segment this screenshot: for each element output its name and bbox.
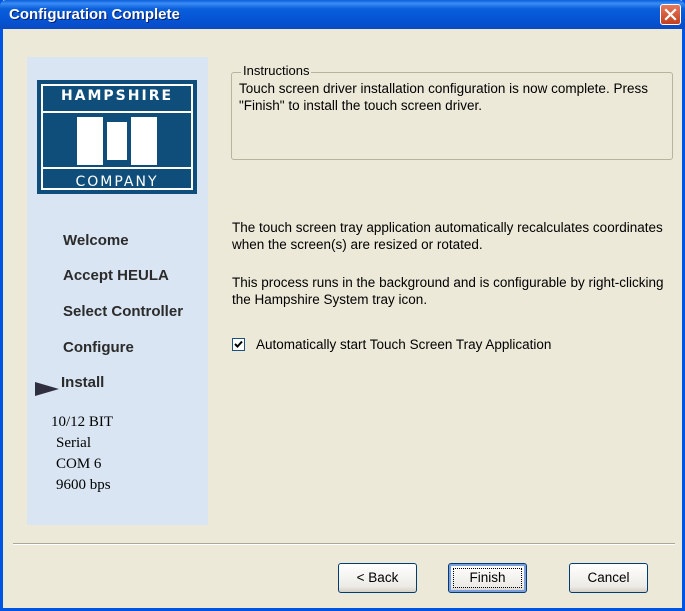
step-configure: Configure bbox=[63, 339, 134, 356]
step-select-controller: Select Controller bbox=[63, 303, 184, 320]
logo-bottom-text: COMPANY bbox=[75, 174, 159, 190]
finish-button-label: Finish bbox=[469, 570, 506, 585]
logo-h-mark-icon bbox=[77, 117, 157, 165]
info-bits: 10/12 BIT bbox=[51, 414, 114, 430]
step-accept-heula: Accept HEULA bbox=[63, 267, 169, 284]
autostart-label[interactable]: Automatically start Touch Screen Tray Ap… bbox=[256, 337, 551, 352]
sidebar-panel: HAMPSHIRE COMPANY Welcome Accept HEULA S… bbox=[27, 57, 208, 525]
close-icon bbox=[664, 8, 677, 21]
cancel-button[interactable]: Cancel bbox=[569, 563, 648, 593]
checkmark-icon bbox=[234, 340, 243, 348]
cancel-button-label: Cancel bbox=[587, 570, 630, 585]
back-button[interactable]: < Back bbox=[338, 563, 417, 593]
instructions-text: Touch screen driver installation configu… bbox=[239, 81, 648, 113]
logo-divider-top bbox=[41, 111, 193, 113]
step-install: Install bbox=[61, 374, 105, 391]
info-baud: 9600 bps bbox=[56, 477, 111, 493]
background-description: This process runs in the background and … bbox=[232, 275, 664, 307]
finish-button[interactable]: Finish bbox=[448, 563, 527, 593]
back-button-label: < Back bbox=[356, 570, 399, 585]
dialog-window: Configuration Complete HAMPSHIRE COMPANY bbox=[0, 0, 685, 611]
logo-divider-bottom bbox=[41, 167, 193, 169]
close-button[interactable] bbox=[660, 4, 681, 25]
info-interface: Serial bbox=[56, 435, 91, 451]
hampshire-logo: HAMPSHIRE COMPANY bbox=[37, 80, 197, 194]
title-bar[interactable]: Configuration Complete bbox=[0, 0, 685, 29]
logo-top-text: HAMPSHIRE bbox=[60, 88, 174, 104]
window-title: Configuration Complete bbox=[9, 6, 180, 23]
tray-description: The touch screen tray application automa… bbox=[232, 220, 663, 252]
instructions-legend: Instructions bbox=[241, 63, 312, 78]
step-welcome: Welcome bbox=[63, 232, 129, 249]
autostart-checkbox[interactable] bbox=[232, 338, 245, 351]
button-separator bbox=[13, 543, 675, 545]
arrow-right-icon bbox=[35, 382, 59, 396]
info-port: COM 6 bbox=[56, 456, 102, 472]
